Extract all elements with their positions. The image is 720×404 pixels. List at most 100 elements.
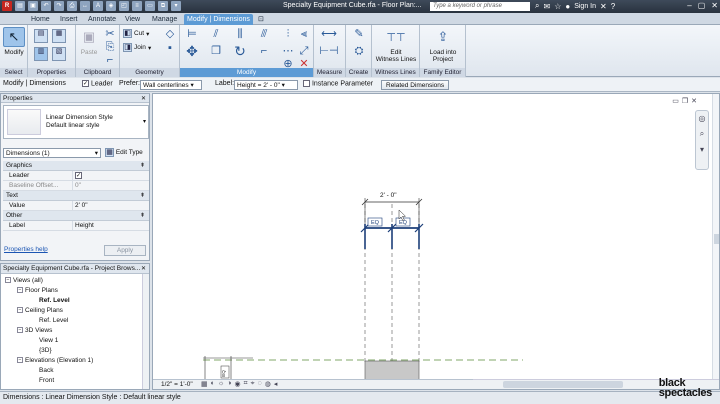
help-icon[interactable]: ? [611,2,615,11]
leader-value[interactable]: ✓ [73,171,149,180]
cube-geometry[interactable] [364,360,420,381]
qat-dropdown-icon[interactable]: ▾ [171,1,181,11]
tab-view[interactable]: View [122,14,143,25]
crop-icon[interactable]: ⌗ [244,380,248,388]
type-selector[interactable]: Linear Dimension Style Default linear st… [3,105,149,139]
tab-annotate[interactable]: Annotate [85,14,119,25]
copy-element-icon[interactable]: ❐ [210,45,222,57]
section-icon[interactable]: ◰ [119,1,129,11]
redo-icon[interactable]: ↷ [54,1,64,11]
browser-item[interactable]: − Elevations (Elevation 1) [17,357,93,364]
type-properties-icon[interactable]: ▦ [52,29,66,43]
tree-toggle-icon[interactable]: − [17,287,23,294]
category-text[interactable]: Text [3,191,149,201]
apply-button[interactable]: Apply [104,245,146,256]
tab-home[interactable]: Home [28,14,53,25]
move-icon[interactable]: ✥ [186,44,198,58]
overall-dimension-text[interactable]: 2' - 0" [380,192,397,199]
text-icon[interactable]: A [93,1,103,11]
ribbon-minimize-icon[interactable]: ⊡ [255,14,267,25]
category-other[interactable]: Other [3,211,149,221]
prefer-dropdown[interactable]: Wall centerlines ▾ [140,80,202,90]
mirror-axis-icon[interactable]: ⫼ [234,28,246,40]
print-icon[interactable]: ⎙ [67,1,77,11]
cut-clipboard-icon[interactable]: ✂ [104,28,116,40]
cut-geometry-button[interactable]: ◧ Cut ▾ [123,29,149,38]
offset-icon[interactable]: ⫽ [210,28,222,40]
edit-witness-lines-button[interactable]: ⊤⊤ Edit Witness Lines [374,27,418,64]
tab-manage[interactable]: Manage [149,14,180,25]
zoom-dropdown-icon[interactable]: ▾ [696,145,708,154]
tab-modify-dimensions[interactable]: Modify | Dimensions [184,14,253,25]
join-button[interactable]: ◨ Join ▾ [123,43,151,52]
view-close-icon[interactable]: ✕ [691,97,697,105]
measure-distance-icon[interactable]: ⟷ [318,28,340,40]
browser-item[interactable]: Front [29,377,54,384]
save-icon[interactable]: ▣ [28,1,38,11]
properties-icon[interactable]: ▤ [34,29,48,43]
instance-parameter-checkbox[interactable]: Instance Parameter [303,80,373,87]
binoculars-icon[interactable]: ⌕ [535,1,539,11]
split-face-icon[interactable]: ◇ [164,28,176,40]
thin-lines-icon[interactable]: ≡ [132,1,142,11]
mirror-draw-icon[interactable]: ⫻ [258,28,270,40]
maximize-icon[interactable]: ▢ [698,1,706,10]
trim-icon[interactable]: ⌐ [258,45,270,57]
category-params-icon[interactable]: ▧ [52,47,66,61]
3d-view-icon[interactable]: ◈ [106,1,116,11]
minimize-icon[interactable]: – [687,1,691,10]
exchange-icon[interactable]: ✕ [600,2,607,11]
render-icon[interactable]: ◉ [235,380,241,388]
close-icon[interactable]: ✕ [711,1,718,10]
browser-scrollbar[interactable] [142,274,149,389]
split-icon[interactable]: ⫶ [282,28,294,40]
split-gap-icon[interactable]: ⫷ [298,28,310,40]
properties-help-link[interactable]: Properties help [4,246,48,253]
view-minimize-icon[interactable]: ▭ [672,97,679,105]
shadows-icon[interactable]: ◑ [227,380,231,388]
browser-item[interactable]: − Ceiling Plans [17,307,63,314]
align-icon[interactable]: ⊨ [186,28,198,40]
label-dropdown[interactable]: Height = 2' - 0" ▾ [234,80,298,90]
tree-toggle-icon[interactable]: − [17,357,23,364]
paint-icon[interactable]: ▪ [164,42,176,54]
measure-icon[interactable]: ↔ [80,1,90,11]
star-icon[interactable]: ☆ [554,2,561,11]
related-dimensions-button[interactable]: Related Dimensions [381,80,450,90]
properties-close-icon[interactable]: ✕ [141,95,146,102]
paste-button[interactable]: ▣ Paste [78,27,100,56]
sign-in-button[interactable]: Sign In [574,3,596,10]
browser-item[interactable]: − Views (all) [5,277,43,284]
user-icon[interactable]: ● [565,2,570,11]
sun-path-icon[interactable]: ☼ [218,380,224,388]
match-icon[interactable]: ⌐ [104,54,116,66]
value-field[interactable]: 2' 0" [73,201,149,210]
category-graphics[interactable]: Graphics [3,161,149,171]
browser-item[interactable]: − Floor Plans [17,287,58,294]
browser-item[interactable]: View 1 [29,337,58,344]
tree-toggle-icon[interactable]: − [17,327,23,334]
modify-button[interactable]: ↖ Modify [2,27,26,56]
load-into-project-button[interactable]: ⇪ Load into Project [422,27,464,63]
reveal-icon[interactable]: ◍ [265,380,271,388]
instance-filter-dropdown[interactable]: Dimensions (1) ▾ [3,148,101,158]
tree-toggle-icon[interactable]: − [5,277,11,284]
tree-toggle-icon[interactable]: − [17,307,23,314]
open-icon[interactable]: ▤ [15,1,25,11]
search-input[interactable]: Type a keyword or phrase [430,2,530,11]
browser-item[interactable]: {3D} [29,347,52,354]
label-field[interactable]: Height [73,221,149,230]
visual-style-icon[interactable]: ◐ [211,380,215,388]
copy-icon[interactable]: ⎘ [104,41,116,53]
rotate-icon[interactable]: ↻ [234,44,246,58]
browser-item[interactable]: Back [29,367,53,374]
view-restore-icon[interactable]: ❐ [682,97,688,105]
family-types-icon[interactable]: ▥ [34,47,48,61]
subscription-icon[interactable]: ✉ [543,2,550,11]
temp-hide-icon[interactable]: ◌ [258,380,262,388]
browser-item[interactable]: −3D Views [17,327,52,334]
undo-icon[interactable]: ↶ [41,1,51,11]
browser-item[interactable]: Ref. Level [29,297,70,304]
create-group-icon[interactable]: ⛭ [350,45,368,57]
drawing-canvas[interactable]: 2' - 0" EQ EQ EQ ▭ ❐ ✕ ◎ ⌕ ▾ 1/2" = 1'-0… [152,93,720,390]
